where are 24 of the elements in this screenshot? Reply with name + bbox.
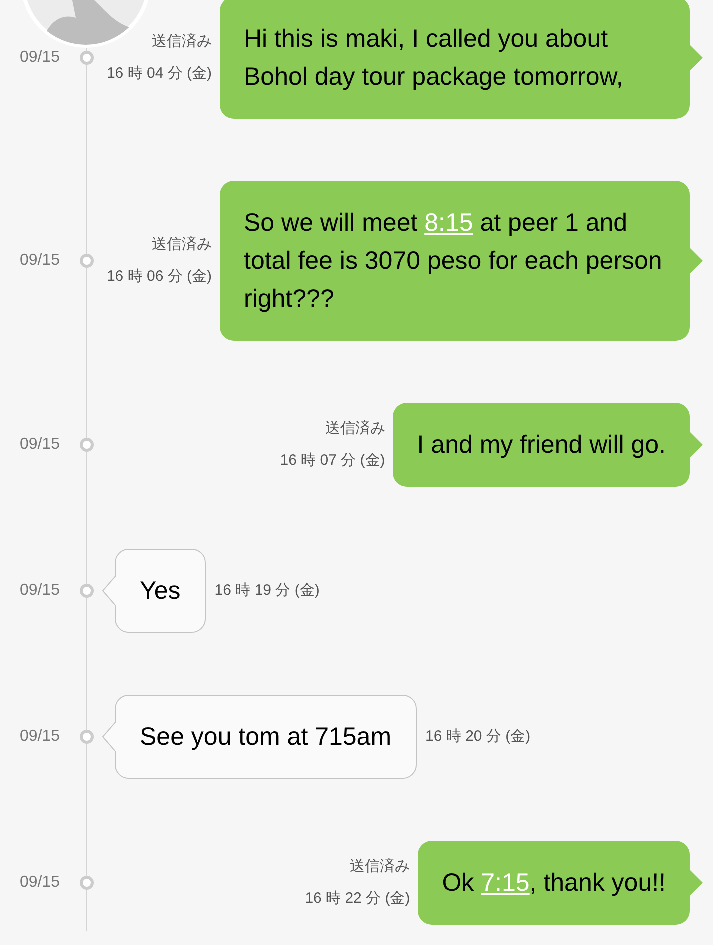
message-text: Ok 7:15, thank you!! bbox=[442, 868, 666, 899]
sent-status: 送信済み bbox=[325, 418, 386, 438]
message-time: 16 時 22 分 (金) bbox=[305, 889, 410, 909]
message-text: I and my friend will go. bbox=[417, 430, 666, 461]
message-text: See you tom at 715am bbox=[140, 722, 392, 753]
message-time: 16 時 20 分 (金) bbox=[426, 726, 531, 747]
message-date: 09/15 bbox=[19, 251, 62, 271]
sent-status: 送信済み bbox=[350, 856, 410, 876]
message-text: Yes bbox=[140, 576, 181, 607]
message-text: So we will meet 8:15 at peer 1 and total fee is 3070 peso for each person right??? bbox=[244, 208, 664, 315]
time-link[interactable]: 8:15 bbox=[424, 209, 474, 237]
message-time: 16 時 19 分 (金) bbox=[214, 580, 320, 601]
message-date: 09/15 bbox=[19, 873, 62, 893]
message-text: Hi this is maki, I called you about Bohol day tour package tomorrow, bbox=[244, 24, 624, 93]
message-time: 16 時 04 分 (金) bbox=[106, 64, 212, 84]
message-date: 09/15 bbox=[19, 727, 62, 747]
time-link[interactable]: 7:15 bbox=[481, 869, 530, 897]
message-time: 16 時 07 分 (金) bbox=[280, 451, 386, 471]
message-date: 09/15 bbox=[19, 581, 62, 601]
sent-status: 送信済み bbox=[152, 32, 212, 52]
message-time: 16 時 06 分 (金) bbox=[106, 267, 212, 287]
message-date: 09/15 bbox=[19, 48, 62, 68]
message-date: 09/15 bbox=[19, 435, 62, 455]
sent-status: 送信済み bbox=[152, 234, 212, 254]
